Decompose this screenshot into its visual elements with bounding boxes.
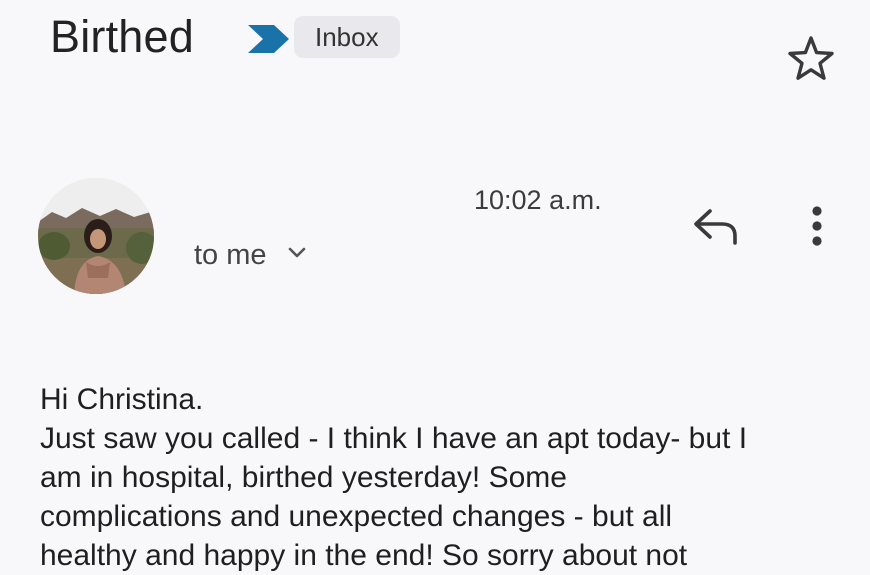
reply-icon[interactable] [690, 203, 742, 249]
star-icon[interactable] [786, 34, 836, 82]
inbox-label-chip[interactable]: Inbox [294, 16, 400, 58]
email-body-line: am in hospital, birthed yesterday! Some [40, 461, 567, 494]
recipient-toggle[interactable]: to me [194, 235, 307, 275]
email-time: 10:02 a.m. [474, 185, 602, 215]
email-body-line: Just saw you called - I think I have an … [40, 422, 748, 455]
email-subject: Birthed [50, 11, 194, 62]
chevron-down-icon [288, 248, 305, 258]
importance-marker-icon [248, 25, 289, 53]
email-body: Hi Christina. Just saw you called - I th… [40, 380, 860, 575]
email-body-line: healthy and happy in the end! So sorry a… [40, 539, 688, 572]
sender-name[interactable] [196, 182, 456, 216]
sender-avatar[interactable] [38, 178, 154, 294]
more-options-icon[interactable] [800, 203, 834, 251]
email-body-line: Hi Christina. [40, 383, 204, 416]
recipient-label: to me [194, 239, 267, 271]
email-body-line: complications and unexpected changes - b… [40, 500, 673, 533]
